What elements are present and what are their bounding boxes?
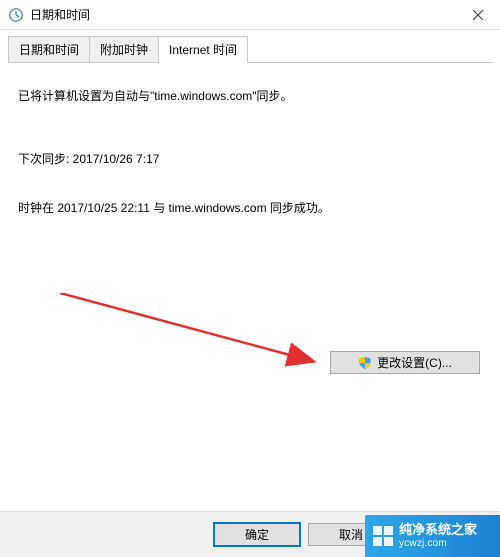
tab-internet-time[interactable]: Internet 时间 — [158, 36, 248, 63]
close-button[interactable] — [455, 0, 500, 30]
watermark-url: ycwzj.com — [399, 538, 477, 550]
close-icon — [473, 10, 483, 20]
tab-content-internet-time: 已将计算机设置为自动与"time.windows.com"同步。 下次同步: 2… — [0, 63, 500, 503]
tabstrip: 日期和时间 附加时钟 Internet 时间 — [0, 30, 500, 63]
watermark-name: 纯净系统之家 — [399, 522, 477, 538]
watermark-logo-icon — [373, 526, 393, 546]
watermark: 纯净系统之家 ycwzj.com — [365, 515, 500, 557]
tab-additional-clocks[interactable]: 附加时钟 — [89, 36, 159, 63]
titlebar: 日期和时间 — [0, 0, 500, 30]
uac-shield-icon — [358, 356, 372, 370]
tab-date-time[interactable]: 日期和时间 — [8, 36, 90, 63]
window-title: 日期和时间 — [30, 6, 455, 23]
clock-icon — [8, 7, 24, 23]
next-sync-text: 下次同步: 2017/10/26 7:17 — [18, 150, 484, 167]
change-settings-button[interactable]: 更改设置(C)... — [330, 351, 480, 374]
change-settings-label: 更改设置(C)... — [377, 354, 452, 371]
ok-button[interactable]: 确定 — [214, 523, 300, 546]
last-sync-text: 时钟在 2017/10/25 22:11 与 time.windows.com … — [18, 199, 484, 216]
sync-configured-text: 已将计算机设置为自动与"time.windows.com"同步。 — [18, 87, 484, 104]
annotation-arrow — [60, 293, 340, 403]
